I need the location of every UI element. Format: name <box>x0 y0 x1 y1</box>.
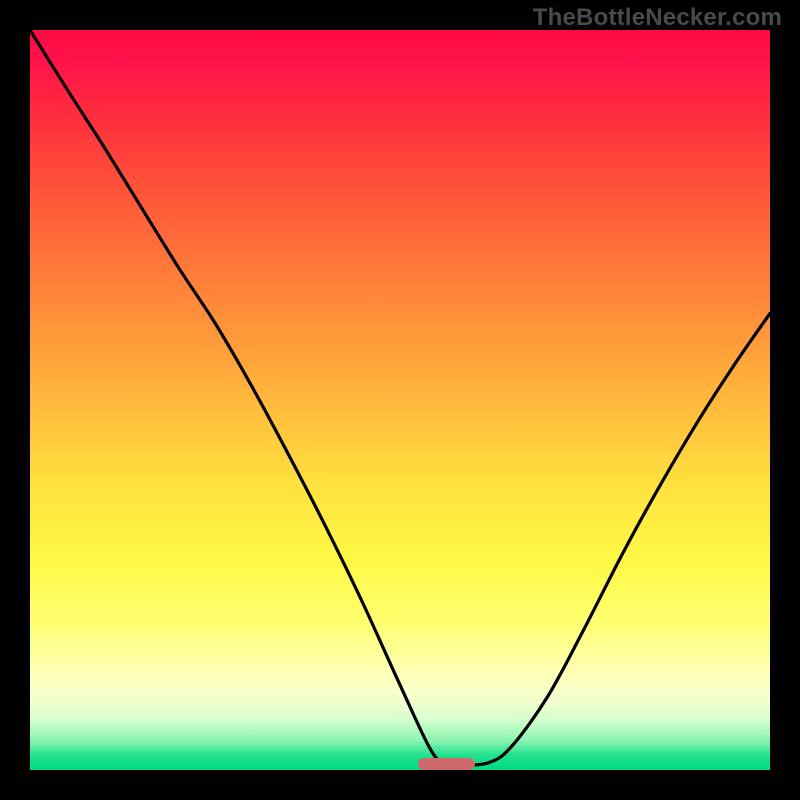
watermark-text: TheBottleNecker.com <box>533 4 782 32</box>
plot-area <box>30 30 770 770</box>
chart-frame: TheBottleNecker.com <box>0 0 800 800</box>
bottleneck-curve <box>30 30 770 766</box>
curve-layer <box>30 30 770 770</box>
optimum-marker <box>418 758 476 770</box>
